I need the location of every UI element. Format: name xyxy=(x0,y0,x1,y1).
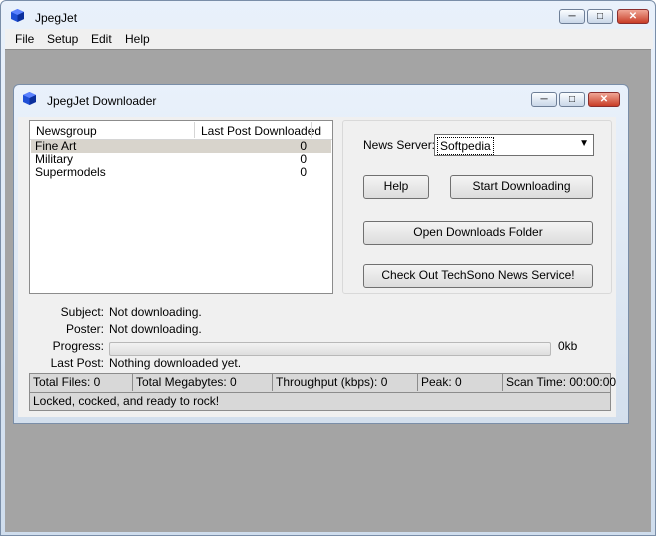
news-server-label: News Server: xyxy=(363,138,436,152)
menu-setup[interactable]: Setup xyxy=(47,32,78,46)
menu-help[interactable]: Help xyxy=(125,32,150,46)
column-divider[interactable] xyxy=(194,122,195,138)
column-newsgroup[interactable]: Newsgroup xyxy=(36,124,97,138)
jpegjet-cube-icon xyxy=(23,92,36,105)
controls-group: News Server: Softpedia ▼ Help Start Down… xyxy=(342,120,612,294)
newsgroup-list[interactable]: Newsgroup Last Post Downloaded Fine Art … xyxy=(29,120,333,294)
news-server-value: Softpedia xyxy=(437,137,494,155)
total-files-stat: Total Files: 0 xyxy=(30,374,133,391)
progress-label: Progress: xyxy=(52,339,104,353)
list-item-supermodels[interactable]: Supermodels 0 xyxy=(31,166,331,179)
subject-label: Subject: xyxy=(60,305,104,319)
newsgroup-name: Supermodels xyxy=(35,165,106,179)
menu-file[interactable]: File xyxy=(15,32,34,46)
menu-bar: File Setup Edit Help xyxy=(5,29,653,49)
window-title: JpegJet xyxy=(35,11,78,25)
title-bar[interactable]: JpegJet ─ □ ✕ xyxy=(11,9,651,29)
downloader-body: Newsgroup Last Post Downloaded Fine Art … xyxy=(18,117,616,417)
news-server-select[interactable]: Softpedia ▼ xyxy=(434,134,594,156)
close-button[interactable]: ✕ xyxy=(617,9,649,24)
minimize-button[interactable]: ─ xyxy=(559,9,585,24)
menu-edit[interactable]: Edit xyxy=(91,32,112,46)
throughput-stat: Throughput (kbps): 0 xyxy=(273,374,418,391)
dropdown-arrow-icon[interactable]: ▼ xyxy=(579,138,589,149)
child-minimize-button[interactable]: ─ xyxy=(531,92,557,107)
subject-value: Not downloading. xyxy=(109,305,202,319)
last-post-label: Last Post: xyxy=(50,356,104,370)
list-header: Newsgroup Last Post Downloaded xyxy=(30,121,332,140)
open-downloads-folder-button[interactable]: Open Downloads Folder xyxy=(363,221,593,245)
peak-stat: Peak: 0 xyxy=(418,374,503,391)
scan-time-stat: Scan Time: 00:00:00 xyxy=(506,375,617,389)
last-post-value: Nothing downloaded yet. xyxy=(109,356,242,370)
downloader-title: JpegJet Downloader xyxy=(47,94,157,108)
help-button[interactable]: Help xyxy=(363,175,429,199)
jpegjet-cube-icon xyxy=(11,9,24,22)
techsono-news-button[interactable]: Check Out TechSono News Service! xyxy=(363,264,593,288)
last-post-count: 0 xyxy=(300,165,307,179)
child-maximize-button[interactable]: □ xyxy=(559,92,585,107)
downloader-title-bar[interactable]: JpegJet Downloader ─ □ ✕ xyxy=(23,92,620,112)
status-message: Locked, cocked, and ready to rock! xyxy=(30,392,610,410)
download-progress-bar xyxy=(109,342,551,356)
downloader-window: JpegJet Downloader ─ □ ✕ Newsgroup Last … xyxy=(13,84,629,424)
start-downloading-button[interactable]: Start Downloading xyxy=(450,175,593,199)
mdi-client-area: JpegJet Downloader ─ □ ✕ Newsgroup Last … xyxy=(5,49,651,532)
total-megabytes-stat: Total Megabytes: 0 xyxy=(133,374,273,391)
child-close-button[interactable]: ✕ xyxy=(588,92,620,107)
list-item-fine-art[interactable]: Fine Art 0 xyxy=(31,140,331,153)
column-divider[interactable] xyxy=(311,122,312,138)
main-window: JpegJet ─ □ ✕ File Setup Edit Help JpegJ… xyxy=(0,0,656,536)
poster-value: Not downloading. xyxy=(109,322,202,336)
poster-label: Poster: xyxy=(65,322,104,336)
column-last-post[interactable]: Last Post Downloaded xyxy=(201,124,321,138)
progress-size: 0kb xyxy=(558,339,578,353)
maximize-button[interactable]: □ xyxy=(587,9,613,24)
status-bar: Total Files: 0 Total Megabytes: 0 Throug… xyxy=(29,373,617,411)
